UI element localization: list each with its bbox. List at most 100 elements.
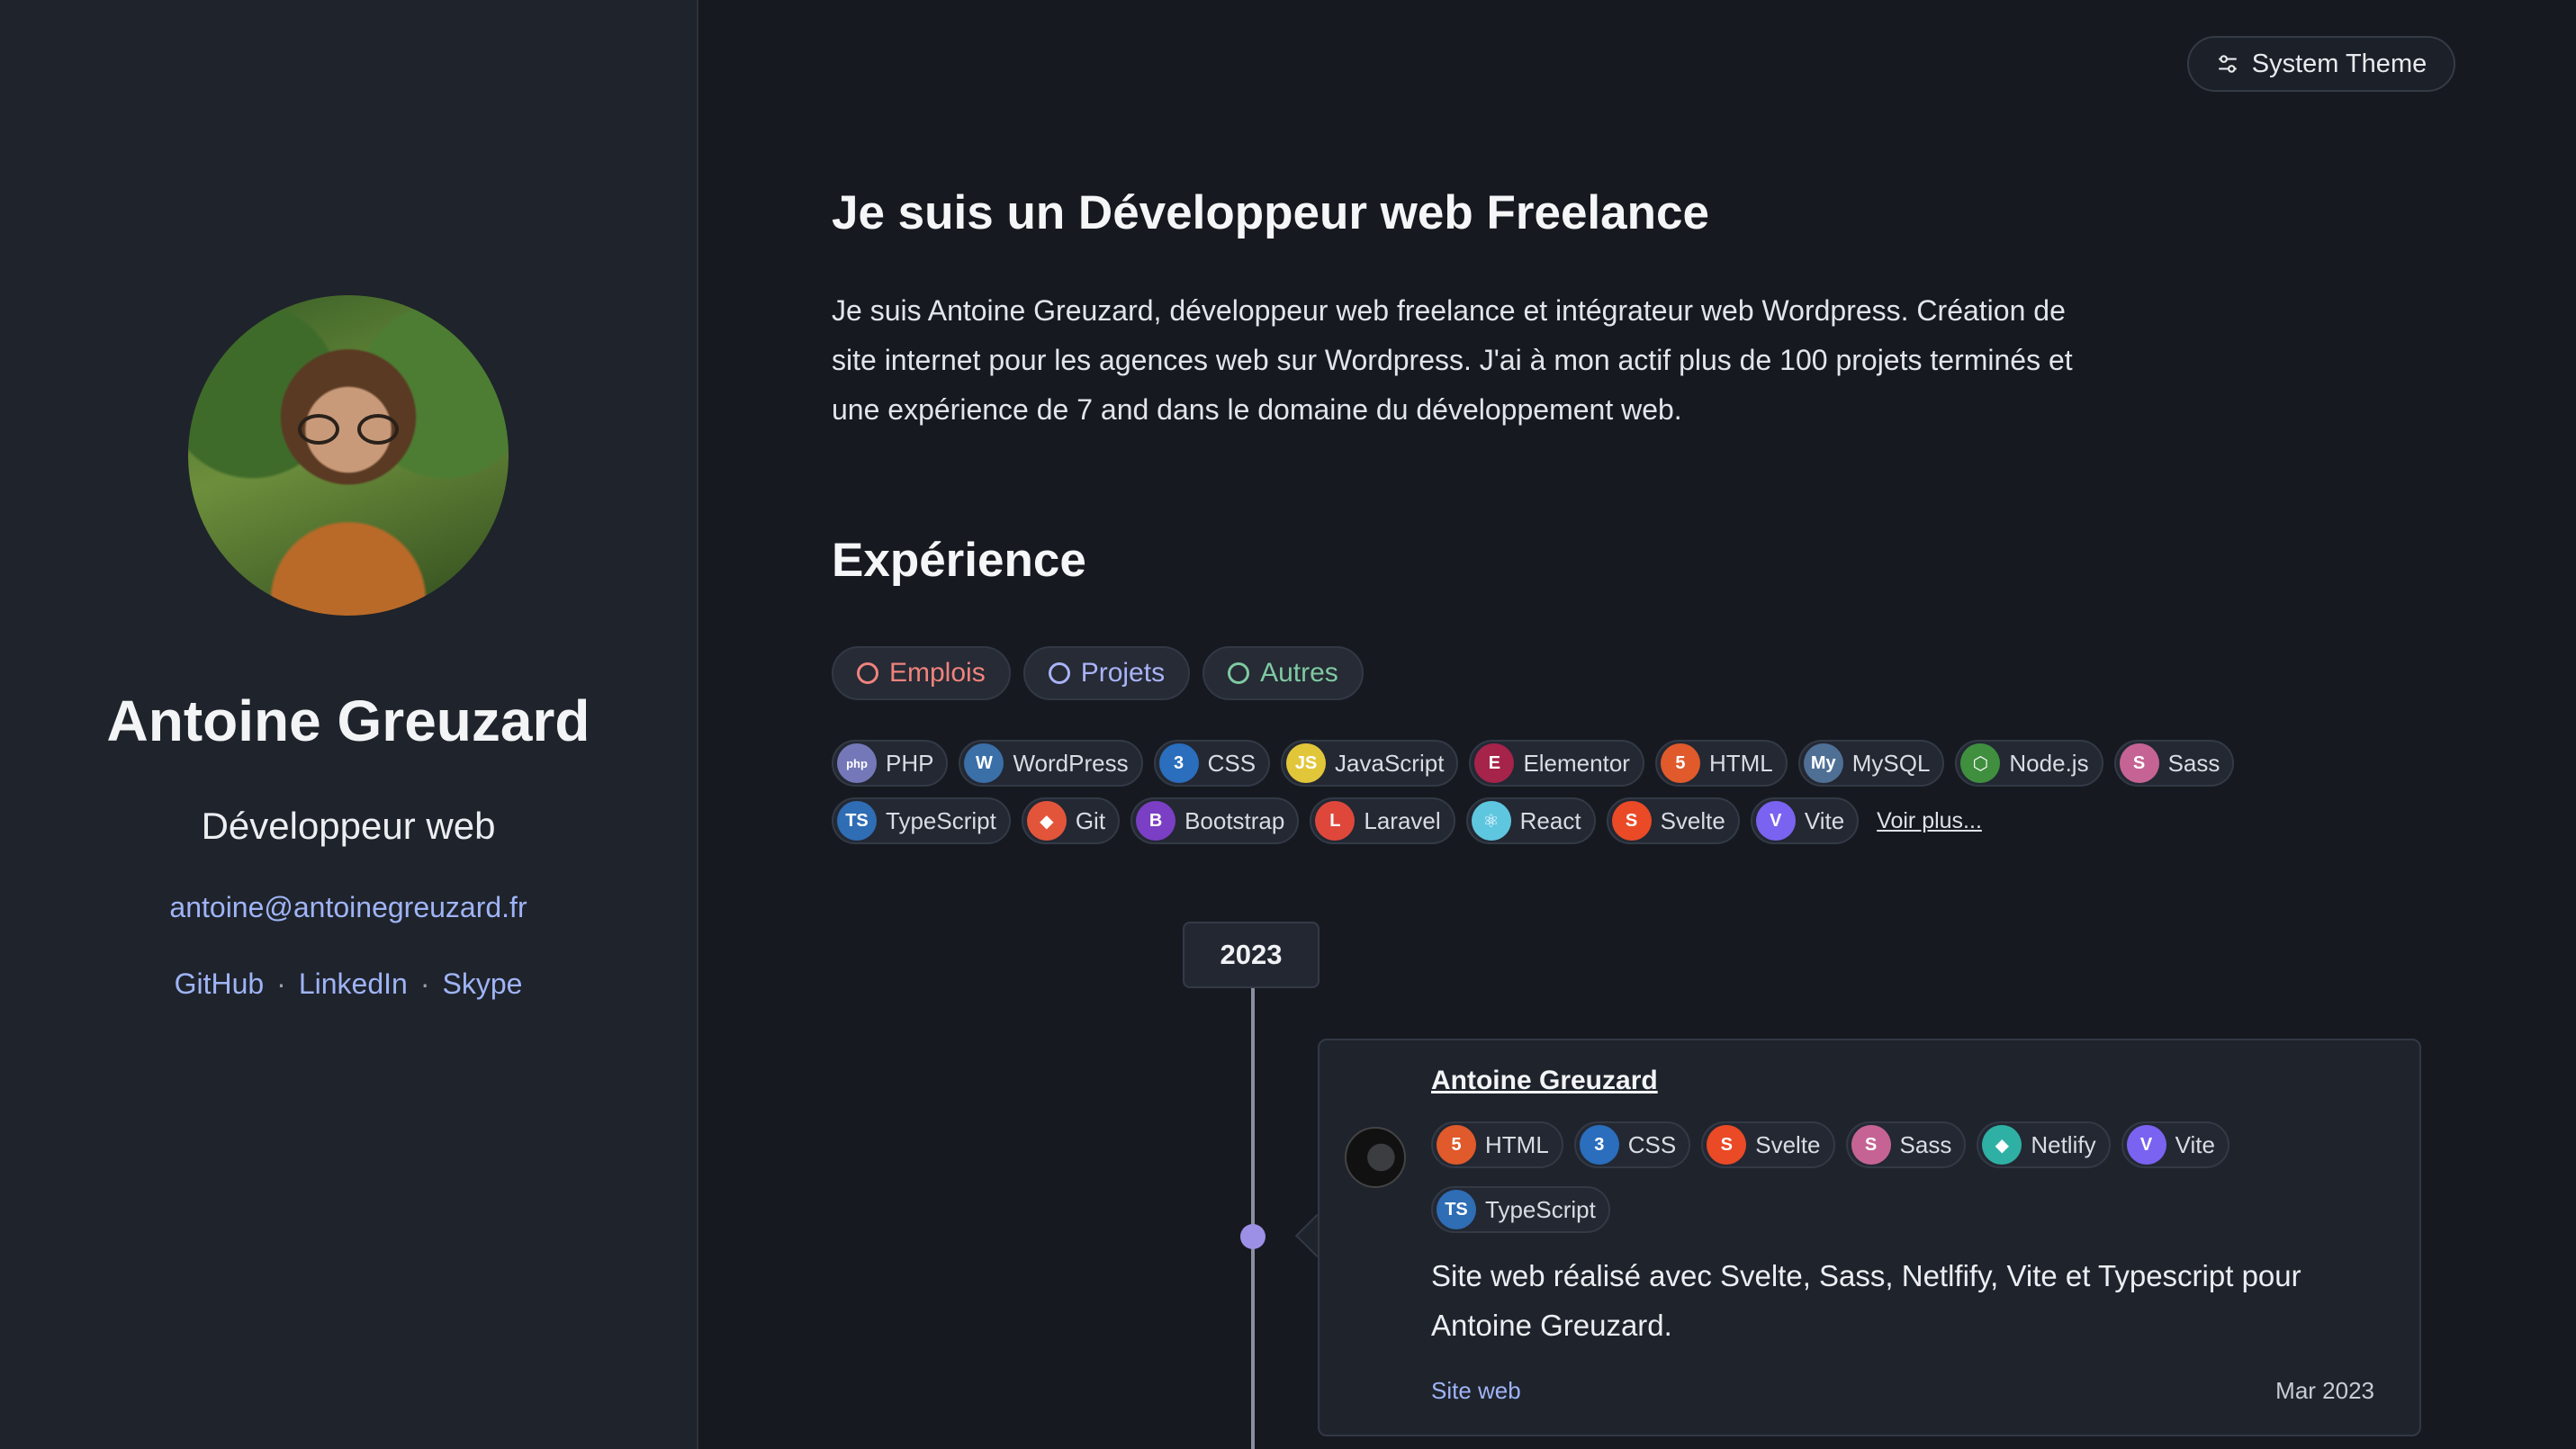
elementor-icon: E: [1474, 743, 1515, 783]
bootstrap-icon: B: [1136, 801, 1176, 841]
git-icon: ◆: [1026, 801, 1067, 841]
experience-card: Antoine Greuzard 5 HTML 3 CSS S Svelte S Sass ◆ N…: [1318, 1039, 2421, 1436]
project-tags: 5 HTML 3 CSS S Svelte S Sass ◆ Netlify V Vite TS Type…: [1431, 1121, 2385, 1233]
tag-label: JavaScript: [1335, 749, 1445, 777]
tag-typescript[interactable]: TS TypeScript: [832, 797, 1011, 844]
react-icon: ⚛: [1471, 801, 1511, 841]
github-link[interactable]: GitHub: [175, 968, 265, 1001]
tag-php[interactable]: php PHP: [832, 740, 949, 787]
tag-label: Node.js: [2009, 749, 2089, 777]
tag-sass[interactable]: S Sass: [1845, 1121, 1967, 1168]
tag-html[interactable]: 5 HTML: [1654, 740, 1788, 787]
tag-label: HTML: [1485, 1130, 1549, 1158]
linkedin-link[interactable]: LinkedIn: [299, 968, 408, 1001]
vite-icon: V: [1755, 801, 1796, 841]
tag-vite[interactable]: V Vite: [1750, 797, 1860, 844]
tag-svelte[interactable]: S Svelte: [1606, 797, 1740, 844]
tag-label: Vite: [1804, 806, 1845, 834]
filter-label: Emplois: [889, 658, 986, 688]
tag-sass[interactable]: S Sass: [2113, 740, 2235, 787]
tag-bootstrap[interactable]: B Bootstrap: [1130, 797, 1300, 844]
sliders-icon: [2219, 55, 2237, 73]
php-icon: php: [837, 743, 877, 783]
profile-sidebar: Antoine Greuzard Développeur web antoine…: [0, 0, 698, 1449]
profile-role: Développeur web: [201, 805, 496, 847]
tag-label: Elementor: [1523, 749, 1630, 777]
tag-label: React: [1519, 806, 1581, 834]
typescript-icon: TS: [1437, 1190, 1476, 1229]
social-links: GitHub · LinkedIn · Skype: [175, 968, 523, 1001]
tag-label: Bootstrap: [1184, 806, 1285, 834]
sass-icon: S: [2119, 743, 2159, 783]
tag-label: PHP: [886, 749, 934, 777]
timeline-year: 2023: [1183, 922, 1320, 988]
skype-link[interactable]: Skype: [442, 968, 522, 1001]
project-title-link[interactable]: Antoine Greuzard: [1431, 1066, 1658, 1096]
tag-laravel[interactable]: L Laravel: [1310, 797, 1455, 844]
tag-git[interactable]: ◆ Git: [1021, 797, 1121, 844]
tag-label: CSS: [1207, 749, 1256, 777]
timeline-line: [1251, 988, 1255, 1449]
filter-label: Projets: [1080, 658, 1166, 688]
link-separator: ·: [276, 968, 286, 1000]
profile-name: Antoine Greuzard: [106, 688, 590, 753]
tag-label: Svelte: [1755, 1130, 1821, 1158]
svelte-icon: S: [1611, 801, 1652, 841]
tag-elementor[interactable]: E Elementor: [1469, 740, 1644, 787]
sass-icon: S: [1851, 1125, 1891, 1165]
system-theme-button[interactable]: System Theme: [2187, 36, 2455, 92]
system-theme-label: System Theme: [2251, 49, 2427, 78]
tag-javascript[interactable]: JS JavaScript: [1281, 740, 1459, 787]
html-icon: 5: [1660, 743, 1700, 783]
wordpress-icon: W: [964, 743, 1004, 783]
tag-node-js[interactable]: ⬡ Node.js: [1955, 740, 2103, 787]
tag-netlify[interactable]: ◆ Netlify: [1977, 1121, 2111, 1168]
netlify-icon: ◆: [1982, 1125, 2022, 1165]
tag-label: Sass: [2167, 749, 2220, 777]
tag-html[interactable]: 5 HTML: [1431, 1121, 1563, 1168]
filter-autres[interactable]: Autres: [1202, 646, 1364, 700]
timeline-dot: [1240, 1224, 1265, 1249]
tag-mysql[interactable]: My MySQL: [1797, 740, 1945, 787]
voir-plus-link[interactable]: Voir plus...: [1877, 797, 1982, 844]
filter-projets[interactable]: Projets: [1022, 646, 1191, 700]
tag-react[interactable]: ⚛ React: [1465, 797, 1596, 844]
typescript-icon: TS: [837, 801, 877, 841]
profile-avatar: [188, 295, 509, 616]
email-link[interactable]: antoine@antoinegreuzard.fr: [169, 891, 527, 924]
tag-css[interactable]: 3 CSS: [1573, 1121, 1691, 1168]
nodejs-icon: ⬡: [1960, 743, 2001, 783]
mysql-icon: My: [1803, 743, 1843, 783]
project-avatar: [1345, 1127, 1406, 1188]
tag-label: Netlify: [2031, 1130, 2096, 1158]
site-web-link[interactable]: Site web: [1431, 1377, 1521, 1405]
tag-wordpress[interactable]: W WordPress: [959, 740, 1143, 787]
link-separator: ·: [419, 968, 430, 1000]
radio-icon: [1228, 662, 1250, 684]
javascript-icon: JS: [1286, 743, 1327, 783]
css-icon: 3: [1579, 1125, 1619, 1165]
tag-css[interactable]: 3 CSS: [1153, 740, 1271, 787]
tag-label: Sass: [1899, 1130, 1952, 1158]
radio-icon: [857, 662, 878, 684]
project-description: Site web réalisé avec Svelte, Sass, Netl…: [1431, 1259, 2301, 1342]
filter-label: Autres: [1260, 658, 1338, 688]
tag-label: TypeScript: [886, 806, 996, 834]
filter-emplois[interactable]: Emplois: [832, 646, 1011, 700]
tag-label: CSS: [1627, 1130, 1677, 1158]
laravel-icon: L: [1315, 801, 1356, 841]
css-icon: 3: [1158, 743, 1199, 783]
tag-label: TypeScript: [1485, 1195, 1596, 1223]
html-icon: 5: [1437, 1125, 1476, 1165]
experience-filters: Emplois Projets Autres: [832, 646, 1364, 700]
tag-label: WordPress: [1013, 749, 1129, 777]
tag-label: Vite: [2175, 1130, 2215, 1158]
tag-vite[interactable]: V Vite: [2121, 1121, 2229, 1168]
project-date: Mar 2023: [2275, 1377, 2374, 1404]
tag-label: MySQL: [1851, 749, 1931, 777]
tag-label: Laravel: [1364, 806, 1441, 834]
tag-svelte[interactable]: S Svelte: [1701, 1121, 1835, 1168]
vite-icon: V: [2126, 1125, 2166, 1165]
skill-tags: php PHP W WordPress 3 CSS JS JavaScript E Element…: [832, 740, 2398, 844]
tag-typescript[interactable]: TS TypeScript: [1431, 1186, 1610, 1233]
